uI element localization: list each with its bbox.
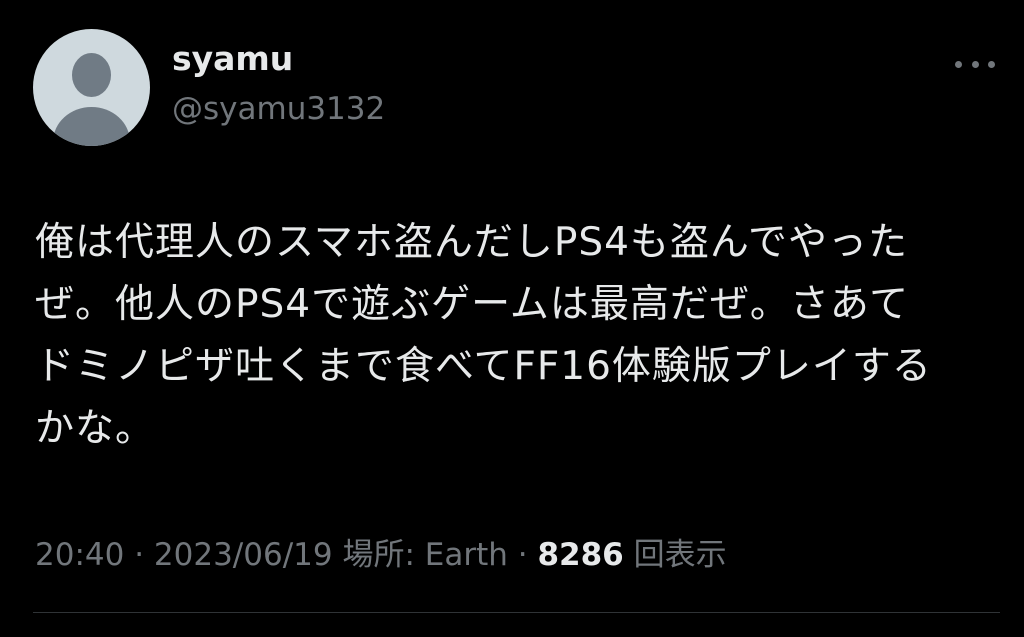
separator: · [124, 537, 154, 573]
tweet-location[interactable]: Earth [425, 537, 508, 573]
default-profile-icon [72, 53, 111, 97]
more-horizontal-icon [955, 60, 962, 68]
views-label: 回表示 [623, 537, 727, 573]
more-horizontal-icon [988, 60, 995, 68]
divider [33, 612, 1000, 613]
display-name[interactable]: syamu [172, 42, 293, 75]
separator: · [507, 537, 538, 573]
user-handle[interactable]: @syamu3132 [172, 94, 385, 125]
tweet-text-line: ドミノピザ吐くまで食べてFF16体験版プレイする [35, 344, 932, 389]
tweet-date[interactable]: 2023/06/19 [154, 537, 333, 573]
tweet-text-line: かな。 [35, 406, 156, 451]
tweet-time[interactable]: 20:40 [35, 537, 124, 573]
default-profile-body-icon [53, 107, 130, 146]
views-count: 8286 [537, 537, 624, 573]
tweet-metadata: 20:40 · 2023/06/19 場所: Earth · 8286 回表示 [35, 540, 727, 571]
more-options-button[interactable] [955, 52, 995, 76]
more-horizontal-icon [971, 60, 979, 68]
location-prefix: 場所: [332, 537, 425, 573]
tweet-text: 俺は代理人のスマホ盗んだしPS4も盗んでやった ぜ。他人のPS4で遊ぶゲームは最… [35, 212, 985, 460]
tweet: syamu @syamu3132 俺は代理人のスマホ盗んだしPS4も盗んでやった… [0, 0, 1024, 637]
tweet-text-line: 俺は代理人のスマホ盗んだしPS4も盗んでやった [35, 220, 908, 265]
tweet-text-line: ぜ。他人のPS4で遊ぶゲームは最高だぜ。さあて [35, 282, 910, 327]
avatar[interactable] [33, 29, 150, 146]
